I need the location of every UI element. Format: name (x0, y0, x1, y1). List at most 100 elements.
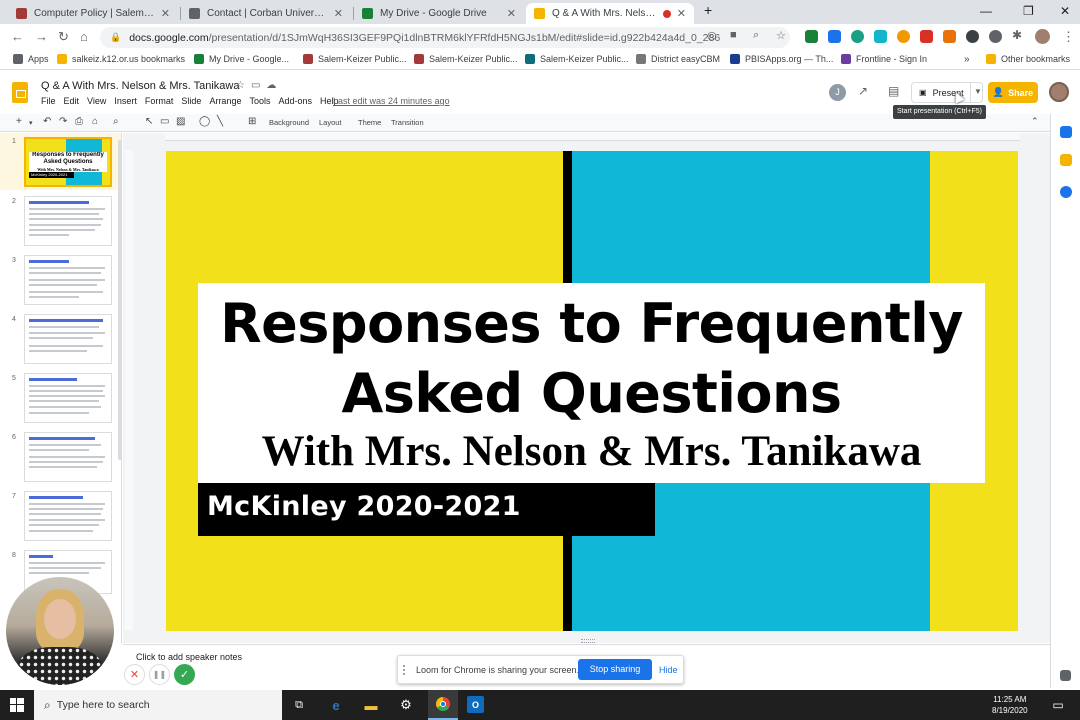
tab-q-and-a-slides[interactable]: Q & A With Mrs. Nelson & M ✕ (526, 3, 694, 24)
transition-button[interactable]: Transition (391, 118, 424, 127)
layout-button[interactable]: Layout (319, 118, 342, 127)
select-arrow-icon[interactable]: ↖ (145, 116, 153, 127)
bookmark-apps[interactable]: Apps (13, 54, 49, 64)
print-icon[interactable]: ⎙ (75, 116, 83, 127)
extension-share-icon[interactable] (966, 30, 979, 43)
loom-cancel-icon[interactable]: ✕ (124, 664, 145, 685)
menu-file[interactable]: File (41, 96, 56, 106)
slide-thumbnail-7[interactable] (24, 491, 112, 541)
collaborator-avatar[interactable]: J (829, 84, 846, 101)
more-bookmarks-chevron-icon[interactable]: » (964, 54, 970, 65)
bookmark-salem-keizer-1[interactable]: Salem-Keizer Public... (303, 54, 407, 64)
close-tab-icon[interactable]: ✕ (161, 7, 170, 20)
present-button[interactable]: ▣ Present ▼ (911, 82, 983, 103)
image-icon[interactable]: ▨ (176, 116, 185, 127)
slide-thumbnail-6[interactable] (24, 432, 112, 482)
calendar-icon[interactable] (1060, 126, 1072, 138)
bookmark-star-icon[interactable]: ☆ (776, 29, 786, 42)
document-title[interactable]: Q & A With Mrs. Nelson & Mrs. Tanikawa (41, 80, 239, 92)
comment-add-icon[interactable]: ⊞ (248, 116, 256, 127)
collapse-toolbar-chevron-icon[interactable]: ⌃ (1031, 116, 1039, 127)
background-button[interactable]: Background (269, 118, 309, 127)
camera-icon[interactable]: ■ (730, 29, 737, 41)
bookmark-salem-keizer-3[interactable]: Salem-Keizer Public... (525, 54, 629, 64)
windows-start-icon[interactable] (0, 690, 34, 720)
menu-view[interactable]: View (87, 96, 106, 106)
share-button[interactable]: 👤 Share (988, 82, 1038, 103)
taskbar-search-box[interactable]: ⌕ Type here to search (34, 690, 282, 720)
menu-edit[interactable]: Edit (64, 96, 80, 106)
paint-format-icon[interactable]: ⌂ (92, 116, 98, 127)
extension-screencastify-icon[interactable] (851, 30, 864, 43)
profile-avatar-icon[interactable] (1035, 29, 1050, 44)
menu-add-ons[interactable]: Add-ons (278, 96, 312, 106)
drag-handle-icon[interactable] (403, 665, 409, 675)
slide-year-box[interactable]: McKinley 2020-2021 (198, 483, 655, 536)
bookmark-other[interactable]: Other bookmarks (986, 54, 1070, 64)
slide-title-box[interactable]: Responses to Frequently Asked Questions … (198, 283, 985, 483)
comments-icon[interactable]: ▤ (888, 84, 899, 98)
home-icon[interactable]: ⌂ (80, 29, 88, 44)
bookmark-salem-keizer-2[interactable]: Salem-Keizer Public... (414, 54, 518, 64)
menu-arrange[interactable]: Arrange (209, 96, 241, 106)
theme-button[interactable]: Theme (358, 118, 381, 127)
new-tab-icon[interactable]: + (704, 2, 712, 18)
extension-orange-icon[interactable] (897, 30, 910, 43)
extension-drive-icon[interactable] (828, 30, 841, 43)
extension-reader-icon[interactable] (874, 30, 887, 43)
account-avatar[interactable] (1049, 82, 1069, 102)
bookmark-easycbm[interactable]: District easyCBM (636, 54, 720, 64)
slide-thumbnail-4[interactable] (24, 314, 112, 364)
outlook-icon[interactable]: O (467, 696, 484, 713)
menu-insert[interactable]: Insert (114, 96, 137, 106)
loom-pause-icon[interactable]: ❚❚ (149, 664, 170, 685)
hide-banner-button[interactable]: Hide (659, 665, 678, 675)
close-window-icon[interactable]: ✕ (1060, 4, 1070, 18)
close-tab-icon[interactable]: ✕ (334, 7, 343, 20)
filmstrip-scrollbar[interactable] (118, 140, 122, 460)
bookmark-frontline[interactable]: Frontline - Sign In (841, 54, 927, 64)
settings-gear-icon[interactable]: ⚙ (396, 695, 416, 715)
redo-icon[interactable]: ↷ (59, 116, 67, 127)
tasks-icon[interactable] (1060, 186, 1072, 198)
new-slide-dropdown-icon[interactable]: ▾ (29, 119, 33, 127)
extension-bitmoji-icon[interactable] (943, 30, 956, 43)
new-slide-icon[interactable]: + (16, 116, 22, 127)
menu-slide[interactable]: Slide (181, 96, 201, 106)
stop-sharing-button[interactable]: Stop sharing (578, 659, 652, 680)
loom-finish-check-icon[interactable]: ✓ (174, 664, 195, 685)
close-tab-icon[interactable]: ✕ (677, 7, 686, 20)
tab-computer-policy[interactable]: Computer Policy | Salem-Keizer P ✕ (8, 3, 178, 24)
slide-thumbnail-2[interactable] (24, 196, 112, 246)
shape-icon[interactable]: ◯ (199, 116, 210, 127)
undo-icon[interactable]: ↶ (43, 116, 51, 127)
keep-icon[interactable] (1060, 154, 1072, 166)
system-clock[interactable]: 11:25 AM 8/19/2020 (992, 694, 1028, 716)
close-tab-icon[interactable]: ✕ (507, 7, 516, 20)
last-edit-link[interactable]: Last edit was 24 minutes ago (333, 96, 450, 106)
current-slide[interactable]: Responses to Frequently Asked Questions … (166, 151, 1018, 631)
present-dropdown-chevron-icon[interactable]: ▼ (974, 87, 982, 96)
star-icon[interactable]: ☆ (236, 80, 251, 91)
restore-window-icon[interactable]: ❐ (1023, 4, 1034, 18)
back-arrow-icon[interactable]: ← (11, 29, 24, 44)
loom-webcam-bubble[interactable] (6, 577, 114, 685)
menu-format[interactable]: Format (145, 96, 174, 106)
bookmark-my-drive[interactable]: My Drive - Google... (194, 54, 289, 64)
side-panel-toggle-icon[interactable] (1060, 670, 1071, 681)
tab-contact-corban[interactable]: Contact | Corban University ✕ (181, 3, 351, 24)
task-view-icon[interactable]: ⧉ (289, 695, 309, 715)
notes-resize-handle[interactable] (581, 639, 595, 643)
bookmark-pbisapps[interactable]: PBISApps.org — Th... (730, 54, 833, 64)
menu-tools[interactable]: Tools (249, 96, 270, 106)
extension-ms-icon[interactable] (920, 30, 933, 43)
zoom-search-icon[interactable]: ⌕ (753, 29, 759, 42)
location-icon[interactable]: ◎ (707, 29, 717, 42)
reload-icon[interactable]: ↻ (58, 29, 69, 45)
minimize-window-icon[interactable]: — (980, 4, 992, 18)
notifications-icon[interactable]: ▭ (1048, 695, 1068, 715)
google-slides-logo-icon[interactable] (12, 82, 28, 103)
extensions-puzzle-icon[interactable]: ✱ (1012, 28, 1022, 42)
slide-thumbnail-1[interactable]: Responses to Frequently Asked Questions … (24, 137, 112, 187)
chrome-menu-icon[interactable]: ⋮ (1062, 29, 1075, 45)
